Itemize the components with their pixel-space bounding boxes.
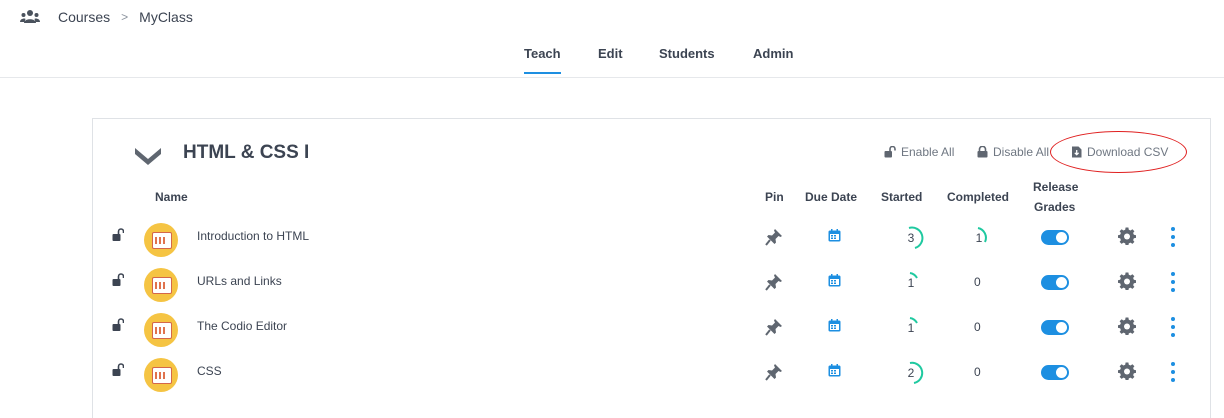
breadcrumb: Courses > MyClass <box>20 7 193 27</box>
more-options-icon[interactable] <box>1170 227 1176 247</box>
release-grades-toggle[interactable] <box>1041 275 1069 290</box>
assignment-name[interactable]: CSS <box>197 364 222 378</box>
header-name: Name <box>155 190 188 204</box>
started-progress: 1 <box>901 313 929 343</box>
breadcrumb-separator: > <box>121 10 129 24</box>
assignment-row: The Codio Editor 1 0 <box>92 307 1211 352</box>
assignment-thumbnail <box>144 223 178 257</box>
unlock-icon[interactable] <box>112 318 124 332</box>
started-count: 2 <box>907 366 915 380</box>
gear-icon[interactable] <box>1118 317 1136 335</box>
breadcrumb-courses-link[interactable]: Courses <box>58 9 110 25</box>
started-progress: 1 <box>901 268 929 298</box>
lock-icon <box>977 146 988 158</box>
assignment-row: URLs and Links 1 0 <box>92 262 1211 307</box>
started-progress: 3 <box>901 223 929 253</box>
assignment-thumbnail <box>144 358 178 392</box>
top-bar: Courses > MyClass Teach Edit Students Ad… <box>0 0 1224 78</box>
download-file-icon <box>1072 146 1082 158</box>
assignment-thumbnail <box>144 268 178 302</box>
chevron-down-icon[interactable] <box>134 143 162 165</box>
enable-all-label: Enable All <box>901 145 955 159</box>
tab-admin[interactable]: Admin <box>753 46 793 61</box>
calendar-icon[interactable] <box>828 364 841 377</box>
gear-icon[interactable] <box>1118 272 1136 290</box>
disable-all-label: Disable All <box>993 145 1050 159</box>
tab-bar: Teach Edit Students Admin <box>0 46 1224 76</box>
assignment-name[interactable]: Introduction to HTML <box>197 229 309 243</box>
release-grades-toggle[interactable] <box>1041 365 1069 380</box>
header-started: Started <box>881 190 923 204</box>
unlock-icon[interactable] <box>112 363 124 377</box>
unlock-icon <box>884 146 896 158</box>
download-csv-button[interactable]: Download CSV <box>1071 145 1168 159</box>
unlock-icon[interactable] <box>112 228 124 242</box>
tab-students[interactable]: Students <box>659 46 715 61</box>
enable-all-button[interactable]: Enable All <box>884 145 954 159</box>
calendar-icon[interactable] <box>828 319 841 332</box>
assignment-thumbnail <box>144 313 178 347</box>
started-count: 1 <box>907 321 915 335</box>
header-due-date: Due Date <box>805 190 858 204</box>
calendar-icon[interactable] <box>828 274 841 287</box>
header-completed: Completed <box>947 190 1010 204</box>
disable-all-button[interactable]: Disable All <box>977 145 1049 159</box>
release-grades-toggle[interactable] <box>1041 320 1069 335</box>
started-progress: 2 <box>901 358 929 388</box>
calendar-icon[interactable] <box>828 229 841 242</box>
tab-edit[interactable]: Edit <box>598 46 623 61</box>
started-count: 3 <box>907 231 915 245</box>
started-count: 1 <box>907 276 915 290</box>
completed-count: 0 <box>974 320 981 334</box>
more-options-icon[interactable] <box>1170 317 1176 337</box>
assignment-name[interactable]: The Codio Editor <box>197 319 287 333</box>
header-release-grades-line2: Grades <box>1034 200 1076 214</box>
pin-icon[interactable] <box>765 318 783 336</box>
assignment-row: CSS 2 0 <box>92 352 1211 397</box>
completed-count: 1 <box>975 231 983 245</box>
unit-title: HTML & CSS I <box>183 142 310 163</box>
completed-count: 0 <box>974 365 981 379</box>
tab-teach[interactable]: Teach <box>524 46 561 74</box>
completed-count: 0 <box>974 275 981 289</box>
assignment-row: Introduction to HTML 3 1 <box>92 217 1211 262</box>
download-csv-label: Download CSV <box>1087 145 1169 159</box>
breadcrumb-current: MyClass <box>139 9 193 25</box>
pin-icon[interactable] <box>765 363 783 381</box>
header-pin: Pin <box>765 190 784 204</box>
pin-icon[interactable] <box>765 273 783 291</box>
pin-icon[interactable] <box>765 228 783 246</box>
completed-progress: 1 <box>969 223 997 253</box>
users-icon[interactable] <box>20 9 40 25</box>
more-options-icon[interactable] <box>1170 272 1176 292</box>
header-release-grades-line1: Release <box>1033 180 1079 194</box>
assignment-name[interactable]: URLs and Links <box>197 274 282 288</box>
more-options-icon[interactable] <box>1170 362 1176 382</box>
release-grades-toggle[interactable] <box>1041 230 1069 245</box>
gear-icon[interactable] <box>1118 362 1136 380</box>
unlock-icon[interactable] <box>112 273 124 287</box>
gear-icon[interactable] <box>1118 227 1136 245</box>
